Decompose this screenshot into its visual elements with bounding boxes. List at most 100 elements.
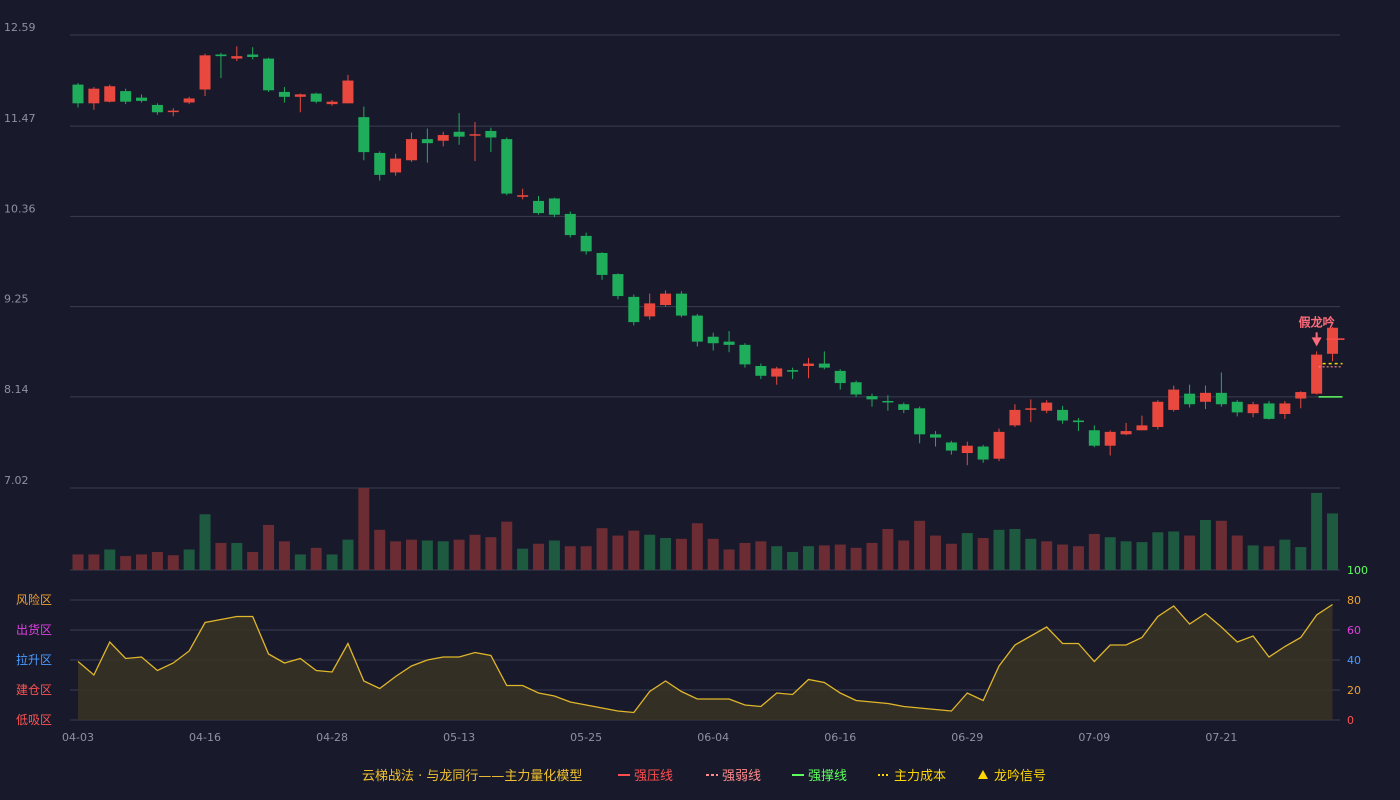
candle-body: [1168, 389, 1180, 410]
legend-weak_pressure-label: 强弱线: [722, 769, 761, 784]
volume-bar: [167, 555, 179, 570]
legend-support-label: 强撑线: [808, 769, 847, 784]
volume-bar: [469, 534, 481, 570]
candle-body: [72, 84, 84, 104]
volume-bar: [755, 541, 767, 570]
date-tick-label: 04-28: [316, 731, 348, 744]
volume-bar: [1088, 533, 1100, 570]
candle-body: [469, 134, 481, 136]
candle-body: [1025, 408, 1037, 410]
oscillator-tick-label: 60: [1347, 624, 1361, 637]
candle-body: [1072, 420, 1084, 423]
volume-bar: [977, 538, 989, 570]
volume-bar: [263, 524, 275, 570]
volume-bar: [533, 543, 545, 570]
price-tick-label: 12.59: [4, 21, 36, 34]
candle-body: [644, 303, 656, 317]
candle-body: [501, 139, 513, 194]
candle-body: [358, 117, 370, 153]
volume-tick-label: 100: [1347, 564, 1368, 577]
volume-bar: [1295, 547, 1307, 570]
candle-body: [1009, 409, 1021, 426]
volume-bar: [771, 546, 783, 570]
volume-bar: [882, 529, 894, 570]
candle-body: [914, 408, 926, 435]
candle-body: [1295, 392, 1307, 399]
date-tick-label: 06-04: [697, 731, 729, 744]
oscillator-tick-label: 80: [1347, 594, 1361, 607]
candle-body: [612, 274, 624, 297]
oscillator-tick-label: 20: [1347, 684, 1361, 697]
candle-body: [961, 445, 973, 454]
volume-bar: [1120, 541, 1132, 570]
volume-bar: [628, 530, 640, 570]
volume-bar: [1104, 537, 1116, 570]
candle-body: [771, 368, 783, 377]
candle-body: [723, 341, 735, 345]
candle-body: [342, 80, 354, 104]
candle-body: [136, 97, 148, 101]
candle-body: [977, 446, 989, 460]
candle-body: [1041, 402, 1053, 411]
volume-bar: [151, 551, 163, 570]
volume-bar: [1072, 546, 1084, 570]
candle-body: [1215, 392, 1227, 405]
candle-body: [405, 139, 417, 161]
candle-body: [104, 86, 116, 102]
candle-body: [580, 235, 592, 252]
zone-label: 风险区: [16, 592, 52, 607]
grid-lines: [70, 34, 1340, 721]
date-tick-label: 04-16: [189, 731, 221, 744]
candle-body: [1152, 401, 1164, 428]
candle-body: [1199, 392, 1211, 402]
volume-bar: [310, 547, 322, 570]
candle-body: [850, 382, 862, 395]
zone-label: 建仓区: [16, 683, 52, 697]
price-tick-label: 10.36: [4, 202, 36, 215]
candle-body: [485, 130, 497, 138]
volume-bar: [405, 539, 417, 570]
candle-body: [1231, 401, 1243, 413]
volume-bar: [644, 534, 656, 570]
candle-body: [691, 315, 703, 342]
volume-bar: [501, 521, 513, 570]
candle-body: [183, 98, 195, 103]
legend-model-label: 云梯战法 · 与龙同行——主力量化模型: [362, 769, 582, 784]
candle-body: [564, 213, 576, 236]
candle-body: [660, 293, 672, 306]
volume-bar: [850, 547, 862, 570]
date-tick-label: 07-09: [1078, 731, 1110, 744]
volume-bar: [1263, 546, 1275, 570]
candle-body: [517, 195, 529, 197]
volume-bar: [231, 542, 243, 570]
candle-body: [326, 101, 338, 105]
candle-body: [1263, 403, 1275, 419]
candle-body: [1136, 425, 1148, 431]
volume-bar: [945, 543, 957, 570]
candle-body: [231, 56, 243, 59]
volume-bar: [739, 542, 751, 570]
volume-bar: [612, 535, 624, 570]
candle-body: [1184, 393, 1196, 405]
candle-body: [930, 434, 942, 438]
candle-body: [1327, 327, 1339, 354]
volume-bar: [183, 549, 195, 570]
volume-bar: [898, 540, 910, 570]
candle-body: [1104, 431, 1116, 446]
candle-body: [818, 363, 830, 368]
legend: 云梯战法 · 与龙同行——主力量化模型 强压线 强弱线 强撑线 主力成本 龙吟信号: [362, 768, 1046, 784]
zone-label: 低吸区: [16, 713, 52, 727]
volume-bar: [723, 549, 735, 570]
candle-body: [167, 110, 179, 113]
volume-bar: [1247, 545, 1259, 570]
volume-bar: [707, 538, 719, 570]
volume-bar: [294, 554, 306, 570]
volume-bar: [993, 529, 1005, 570]
volume-bar: [660, 538, 672, 570]
volume-bar: [485, 537, 497, 570]
date-tick-label: 07-21: [1205, 731, 1237, 744]
volume-bar: [437, 541, 449, 570]
price-tick-label: 8.14: [4, 383, 29, 396]
candle-body: [215, 54, 227, 57]
price-tick-label: 9.25: [4, 293, 29, 306]
